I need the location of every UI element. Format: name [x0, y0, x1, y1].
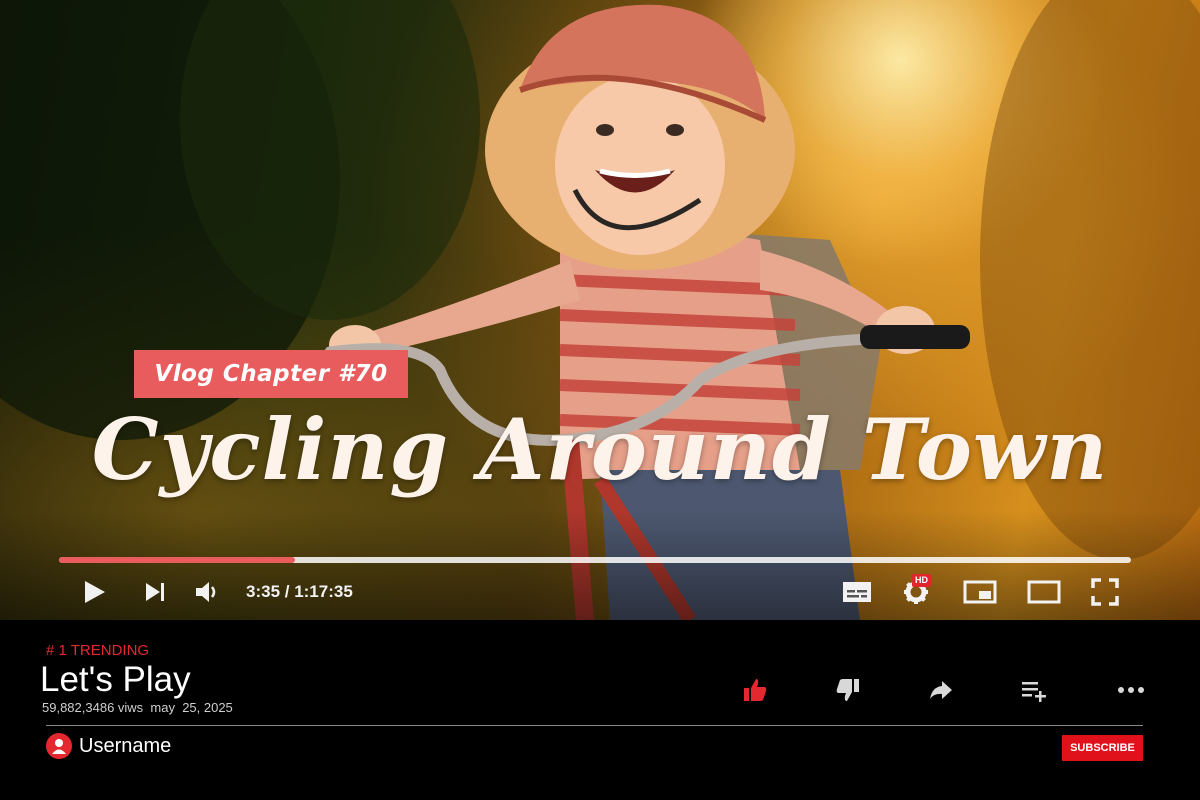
- divider: [46, 725, 1143, 726]
- volume-icon: [196, 582, 216, 602]
- skip-next-icon: [146, 583, 164, 601]
- add-to-playlist-button[interactable]: [1019, 675, 1049, 705]
- time-display: 3:35 / 1:17:35: [246, 582, 353, 601]
- volume-button[interactable]: [190, 572, 224, 612]
- video-player[interactable]: Vlog Chapter #70 Cycling Around Town 3:3…: [0, 0, 1200, 620]
- action-bar: [0, 675, 1200, 705]
- progress-played: [59, 557, 295, 563]
- player-controls: 3:35 / 1:17:35 HD: [0, 572, 1200, 612]
- captions-icon: [843, 582, 871, 602]
- more-icon: [1118, 687, 1144, 693]
- fullscreen-icon: [1091, 578, 1119, 606]
- theater-button[interactable]: [1026, 572, 1062, 612]
- captions-button[interactable]: [840, 572, 874, 612]
- share-button[interactable]: [926, 675, 956, 705]
- video-overlay-title: Cycling Around Town: [91, 400, 1109, 499]
- subscribe-button[interactable]: SUBSCRIBE: [1062, 735, 1143, 761]
- more-button[interactable]: [1116, 675, 1146, 705]
- user-avatar-icon: [52, 739, 66, 754]
- channel-row[interactable]: Username: [46, 733, 171, 759]
- trending-label[interactable]: # 1 TRENDING: [46, 642, 149, 659]
- add-to-playlist-icon: [1022, 682, 1046, 702]
- play-button[interactable]: [78, 572, 110, 612]
- hd-badge: HD: [912, 574, 931, 587]
- dislike-icon: [836, 679, 859, 701]
- channel-username[interactable]: Username: [79, 735, 171, 758]
- miniplayer-icon: [963, 580, 997, 604]
- fullscreen-button[interactable]: [1088, 572, 1122, 612]
- video-info-panel: # 1 TRENDING Let's Play 59,882,3486 viws…: [0, 620, 1200, 800]
- dislike-button[interactable]: [833, 675, 863, 705]
- share-icon: [930, 681, 952, 699]
- play-icon: [85, 581, 105, 603]
- avatar[interactable]: [46, 733, 72, 759]
- like-button[interactable]: [740, 675, 770, 705]
- next-button[interactable]: [140, 572, 170, 612]
- like-icon: [744, 679, 767, 701]
- video-frame-illustration: [0, 0, 1200, 620]
- progress-bar[interactable]: [59, 557, 1131, 563]
- theater-icon: [1027, 580, 1061, 604]
- chapter-badge: Vlog Chapter #70: [134, 350, 408, 398]
- settings-button[interactable]: HD: [898, 572, 934, 612]
- miniplayer-button[interactable]: [962, 572, 998, 612]
